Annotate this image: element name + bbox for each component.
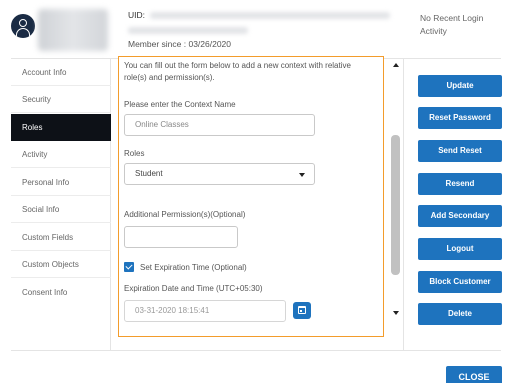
member-since: Member since : 03/26/2020 (128, 39, 232, 49)
permissions-input[interactable] (124, 226, 238, 248)
sidebar-nav: Account Info Security Roles Activity Per… (11, 59, 111, 351)
close-button[interactable]: CLOSE (446, 366, 502, 383)
calendar-icon (298, 306, 306, 314)
expiration-checkbox[interactable] (124, 262, 134, 272)
add-context-form: You can fill out the form below to add a… (118, 56, 384, 337)
update-button[interactable]: Update (418, 75, 502, 97)
sidebar-item-activity[interactable]: Activity (11, 141, 111, 168)
roles-select[interactable]: Student (124, 163, 315, 185)
scroll-down-icon[interactable] (393, 311, 399, 315)
expiration-date-label: Expiration Date and Time (UTC+05:30) (124, 284, 263, 293)
roles-selected-value: Student (135, 169, 163, 178)
delete-button[interactable]: Delete (418, 303, 502, 325)
blurred-uid-value (150, 12, 390, 19)
footer-divider (11, 350, 501, 351)
scrollbar-thumb[interactable] (391, 135, 400, 275)
sidebar-item-roles[interactable]: Roles (11, 114, 111, 141)
caret-down-icon (299, 173, 305, 177)
expiration-checkbox-label: Set Expiration Time (Optional) (140, 263, 247, 272)
sidebar-item-custom-objects[interactable]: Custom Objects (11, 251, 111, 278)
reset-password-button[interactable]: Reset Password (418, 107, 502, 129)
form-intro-text: You can fill out the form below to add a… (124, 61, 351, 82)
permissions-label: Additional Permission(s)(Optional) (124, 210, 246, 219)
roles-label: Roles (124, 149, 145, 158)
context-name-input[interactable]: Online Classes (124, 114, 315, 136)
calendar-button[interactable] (293, 302, 311, 319)
logout-button[interactable]: Logout (418, 238, 502, 260)
user-avatar-icon (11, 14, 35, 38)
add-secondary-button[interactable]: Add Secondary (418, 205, 502, 227)
blurred-profile-name (38, 9, 108, 51)
uid-label: UID: (128, 10, 145, 20)
sidebar-item-consent-info[interactable]: Consent Info (11, 279, 111, 306)
login-status: No Recent Login Activity (420, 13, 484, 36)
send-reset-button[interactable]: Send Reset (418, 140, 502, 162)
scroll-up-icon[interactable] (393, 63, 399, 67)
profile-header: UID: Member since : 03/26/2020 No Recent… (0, 0, 512, 56)
expiration-date-input[interactable]: 03-31-2020 18:15:41 (124, 300, 286, 322)
actions-divider (403, 59, 404, 351)
block-customer-button[interactable]: Block Customer (418, 271, 502, 293)
context-name-label: Please enter the Context Name (124, 100, 236, 109)
sidebar-item-personal-info[interactable]: Personal Info (11, 169, 111, 196)
resend-button[interactable]: Resend (418, 173, 502, 195)
sidebar-item-account-info[interactable]: Account Info (11, 59, 111, 86)
blurred-email (128, 27, 248, 34)
sidebar-item-security[interactable]: Security (11, 86, 111, 113)
sidebar-item-custom-fields[interactable]: Custom Fields (11, 224, 111, 251)
sidebar-item-social-info[interactable]: Social Info (11, 196, 111, 223)
